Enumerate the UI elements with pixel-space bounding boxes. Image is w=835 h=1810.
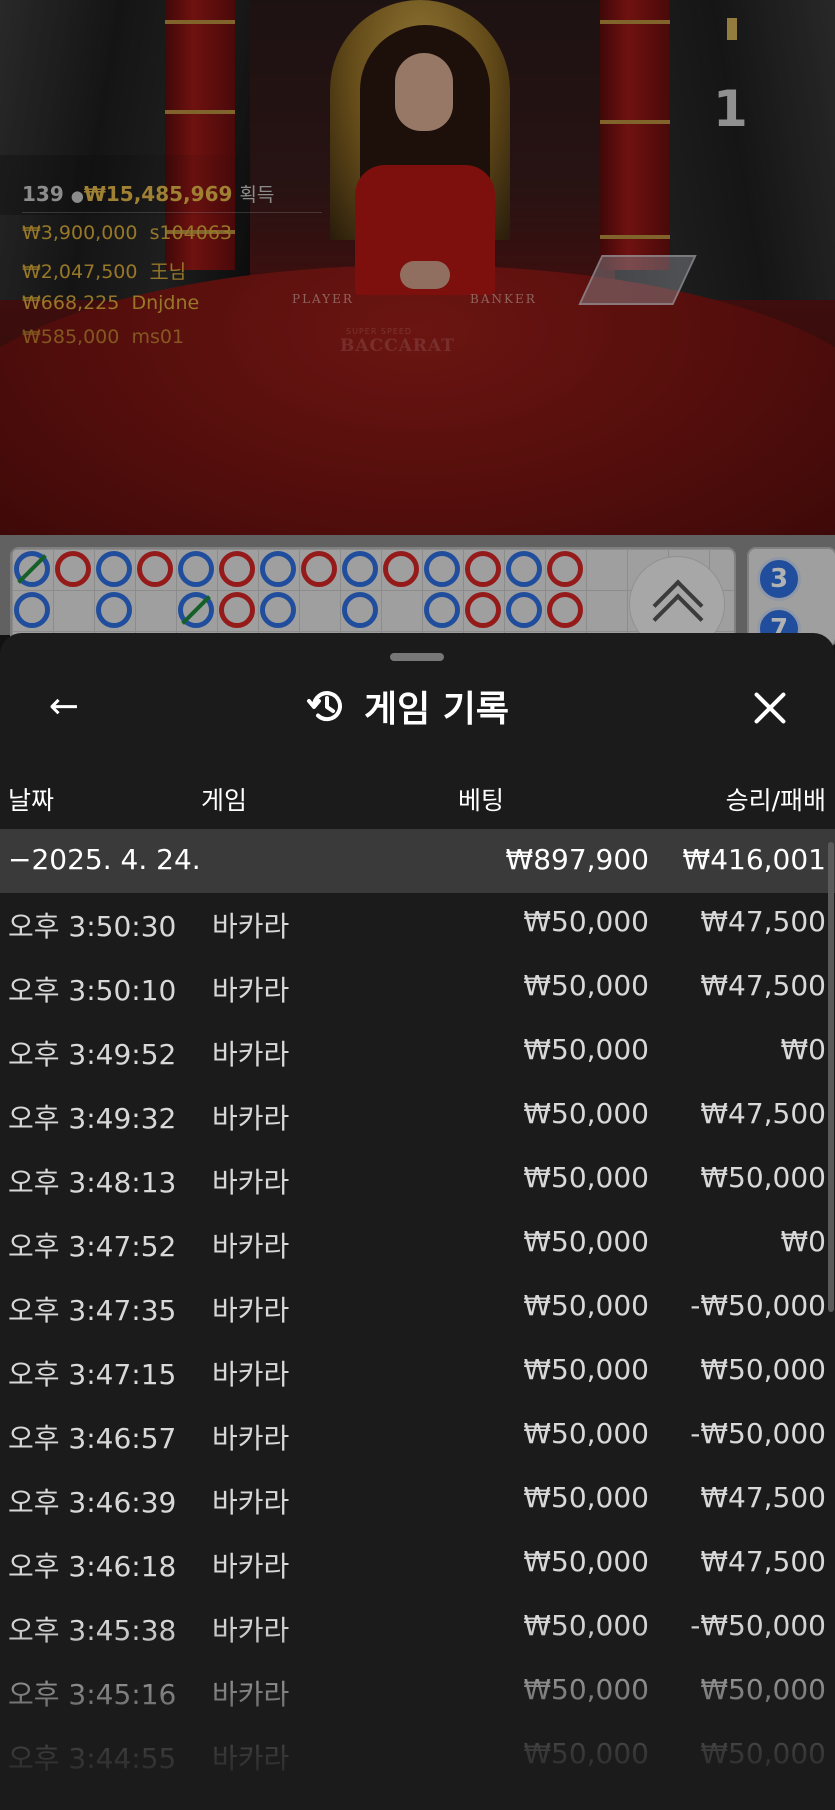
row-result: ₩50,000 bbox=[700, 1161, 826, 1194]
history-row[interactable]: 오후 3:48:13 바카라 ₩50,000 ₩50,000 bbox=[0, 1149, 835, 1213]
row-game: 바카라 bbox=[212, 1294, 290, 1327]
row-time: 오후 3:45:16 bbox=[8, 1678, 177, 1711]
date-group-row[interactable]: −2025. 4. 24. ₩897,900 ₩416,001 bbox=[0, 829, 835, 893]
history-icon bbox=[306, 686, 346, 726]
row-time: 오후 3:49:52 bbox=[8, 1038, 177, 1071]
row-result: -₩50,000 bbox=[690, 1417, 826, 1450]
row-result: ₩47,500 bbox=[700, 969, 826, 1002]
row-bet: ₩50,000 bbox=[523, 1545, 649, 1578]
history-row[interactable]: 오후 3:47:52 바카라 ₩50,000 ₩0 bbox=[0, 1213, 835, 1277]
date-group-bet-total: ₩897,900 bbox=[505, 843, 649, 876]
row-time: 오후 3:45:38 bbox=[8, 1614, 177, 1647]
row-game: 바카라 bbox=[212, 1038, 290, 1071]
row-game: 바카라 bbox=[212, 1678, 290, 1711]
row-game: 바카라 bbox=[212, 1614, 290, 1647]
row-game: 바카라 bbox=[212, 1742, 290, 1775]
column-header-game[interactable]: 게임 bbox=[201, 781, 247, 817]
row-bet: ₩50,000 bbox=[523, 1609, 649, 1642]
row-bet: ₩50,000 bbox=[523, 969, 649, 1002]
row-bet: ₩50,000 bbox=[523, 1097, 649, 1130]
row-time: 오후 3:48:13 bbox=[8, 1166, 177, 1199]
history-row[interactable]: 오후 3:50:10 바카라 ₩50,000 ₩47,500 bbox=[0, 957, 835, 1021]
row-game: 바카라 bbox=[212, 910, 290, 943]
row-result: ₩47,500 bbox=[700, 1481, 826, 1514]
row-bet: ₩50,000 bbox=[523, 1353, 649, 1386]
history-row[interactable]: 오후 3:46:57 바카라 ₩50,000 -₩50,000 bbox=[0, 1405, 835, 1469]
row-game: 바카라 bbox=[212, 1230, 290, 1263]
history-row[interactable]: 오후 3:50:30 바카라 ₩50,000 ₩47,500 bbox=[0, 893, 835, 957]
row-time: 오후 3:46:18 bbox=[8, 1550, 177, 1583]
row-game: 바카라 bbox=[212, 1550, 290, 1583]
row-time: 오후 3:50:30 bbox=[8, 910, 177, 943]
sheet-drag-handle[interactable] bbox=[390, 653, 444, 661]
history-list[interactable]: 오후 3:50:30 바카라 ₩50,000 ₩47,500 오후 3:50:10 바카라… bbox=[0, 893, 835, 1810]
row-result: -₩50,000 bbox=[690, 1289, 826, 1322]
row-time: 오후 3:47:15 bbox=[8, 1358, 177, 1391]
row-result: ₩0 bbox=[780, 1033, 827, 1066]
history-row[interactable]: 오후 3:44:55 바카라 ₩50,000 ₩50,000 bbox=[0, 1725, 835, 1789]
row-game: 바카라 bbox=[212, 1102, 290, 1135]
row-game: 바카라 bbox=[212, 1422, 290, 1455]
sheet-header: 게임 기록 bbox=[306, 681, 509, 731]
row-time: 오후 3:44:55 bbox=[8, 1742, 177, 1775]
row-result: ₩47,500 bbox=[700, 905, 826, 938]
sheet-title: 게임 기록 bbox=[364, 689, 510, 730]
row-bet: ₩50,000 bbox=[523, 1289, 649, 1322]
row-bet: ₩50,000 bbox=[523, 1225, 649, 1258]
row-time: 오후 3:46:57 bbox=[8, 1422, 177, 1455]
row-game: 바카라 bbox=[212, 1358, 290, 1391]
history-row[interactable]: 오후 3:46:18 바카라 ₩50,000 ₩47,500 bbox=[0, 1533, 835, 1597]
game-history-sheet: ← 게임 기록 날짜 게임 베팅 승리/패배 −2025. 4. 24. ₩89… bbox=[0, 633, 835, 1810]
row-result: ₩47,500 bbox=[700, 1545, 826, 1578]
date-group-label: −2025. 4. 24. bbox=[8, 843, 201, 876]
row-game: 바카라 bbox=[212, 974, 290, 1007]
history-row[interactable]: 오후 3:49:32 바카라 ₩50,000 ₩47,500 bbox=[0, 1085, 835, 1149]
history-row[interactable]: 오후 3:45:16 바카라 ₩50,000 ₩50,000 bbox=[0, 1661, 835, 1725]
row-bet: ₩50,000 bbox=[523, 1673, 649, 1706]
history-row[interactable]: 오후 3:47:35 바카라 ₩50,000 -₩50,000 bbox=[0, 1277, 835, 1341]
row-result: ₩50,000 bbox=[700, 1353, 826, 1386]
row-time: 오후 3:47:35 bbox=[8, 1294, 177, 1327]
row-result: -₩50,000 bbox=[690, 1609, 826, 1642]
row-bet: ₩50,000 bbox=[523, 905, 649, 938]
row-game: 바카라 bbox=[212, 1486, 290, 1519]
row-bet: ₩50,000 bbox=[523, 1161, 649, 1194]
row-result: ₩50,000 bbox=[700, 1737, 826, 1770]
row-time: 오후 3:50:10 bbox=[8, 974, 177, 1007]
row-game: 바카라 bbox=[212, 1166, 290, 1199]
row-time: 오후 3:47:52 bbox=[8, 1230, 177, 1263]
row-bet: ₩50,000 bbox=[523, 1033, 649, 1066]
row-result: ₩47,500 bbox=[700, 1097, 826, 1130]
row-bet: ₩50,000 bbox=[523, 1417, 649, 1450]
column-header-result[interactable]: 승리/패배 bbox=[726, 781, 826, 817]
history-row[interactable]: 오후 3:46:39 바카라 ₩50,000 ₩47,500 bbox=[0, 1469, 835, 1533]
date-group-result-total: ₩416,001 bbox=[682, 843, 826, 876]
row-time: 오후 3:49:32 bbox=[8, 1102, 177, 1135]
arrow-left-icon: ← bbox=[48, 686, 80, 727]
row-time: 오후 3:46:39 bbox=[8, 1486, 177, 1519]
history-row[interactable]: 오후 3:47:15 바카라 ₩50,000 ₩50,000 bbox=[0, 1341, 835, 1405]
row-result: ₩50,000 bbox=[700, 1673, 826, 1706]
back-button[interactable]: ← bbox=[40, 683, 88, 731]
history-row[interactable]: 오후 3:49:52 바카라 ₩50,000 ₩0 bbox=[0, 1021, 835, 1085]
row-result: ₩0 bbox=[780, 1225, 827, 1258]
row-bet: ₩50,000 bbox=[523, 1481, 649, 1514]
list-scrollbar[interactable] bbox=[828, 842, 834, 1312]
row-bet: ₩50,000 bbox=[523, 1737, 649, 1770]
history-row[interactable]: 오후 3:45:38 바카라 ₩50,000 -₩50,000 bbox=[0, 1597, 835, 1661]
close-button[interactable] bbox=[745, 683, 795, 733]
column-header-bet[interactable]: 베팅 bbox=[458, 781, 504, 817]
column-header-date[interactable]: 날짜 bbox=[8, 781, 54, 817]
